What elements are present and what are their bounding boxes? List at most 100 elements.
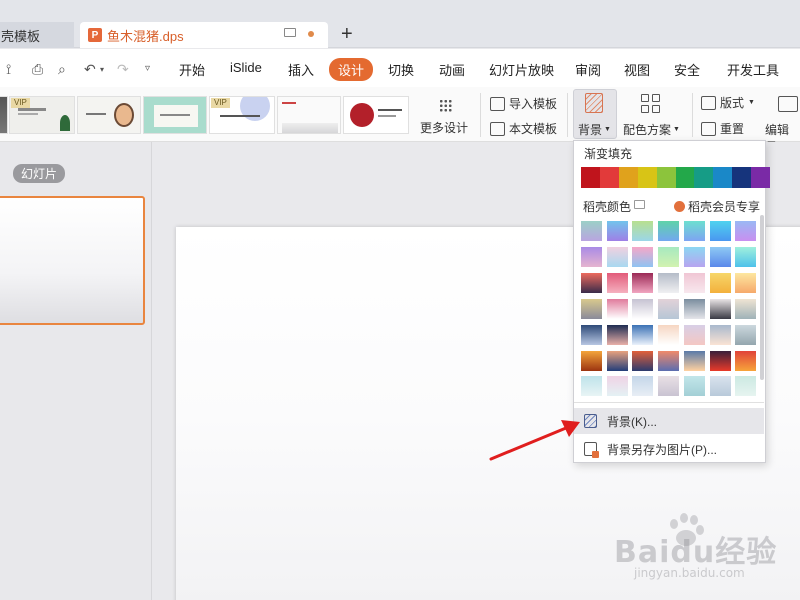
tab-current-file[interactable]: P 鱼木混猪.dps [80,22,328,48]
new-tab-button[interactable]: + [341,24,353,44]
gradient-swatch[interactable] [735,298,757,319]
gradient-swatch[interactable] [735,350,757,371]
slides-tab-label[interactable]: 幻灯片 [13,164,66,183]
save-background-as-image-item[interactable]: 背景另存为图片(P)... [574,436,764,462]
slide-thumbnail[interactable] [0,196,145,325]
solid-color-swatch[interactable] [713,167,733,188]
gradient-swatch[interactable] [581,298,602,319]
gradient-swatch[interactable] [606,350,628,371]
redo-icon[interactable]: ↷ [117,61,129,78]
gradient-swatch[interactable] [683,272,705,293]
gradient-swatch[interactable] [658,246,680,267]
gradient-swatch[interactable] [606,221,628,241]
menu-view[interactable]: 视图 [624,60,650,79]
gradient-swatch[interactable] [606,246,628,267]
undo-icon[interactable]: ↶ [84,61,96,78]
gradient-swatch[interactable] [658,298,680,319]
gradient-swatch[interactable] [581,350,602,371]
monitor-icon[interactable] [284,28,296,37]
gradient-swatch[interactable] [581,246,602,267]
gradient-swatch[interactable] [606,298,628,319]
print-icon[interactable]: ⎙ [32,61,43,78]
menu-review[interactable]: 审阅 [575,60,601,79]
gradient-swatch[interactable] [735,246,757,267]
gradient-swatch[interactable] [632,298,654,319]
template-thumbnail[interactable] [143,96,207,134]
gradient-swatch[interactable] [709,376,731,397]
menu-security[interactable]: 安全 [674,60,700,79]
gradient-swatch[interactable] [735,324,757,345]
gradient-swatch[interactable] [632,350,654,371]
gradient-swatch[interactable] [683,298,705,319]
gradient-swatch[interactable] [658,221,680,241]
solid-color-swatch[interactable] [732,167,752,188]
text-template-button[interactable]: 本文模板 [490,120,557,137]
gradient-swatch[interactable] [581,272,602,293]
menu-developer[interactable]: 开发工具 [727,60,779,79]
gradient-swatch[interactable] [709,221,731,241]
gradient-swatch[interactable] [735,221,757,241]
gradient-swatch[interactable] [709,350,731,371]
menu-design[interactable]: 设计 [329,58,374,81]
tab-docer-templates[interactable]: 稻壳模板 [0,22,74,48]
gradient-swatch[interactable] [632,221,654,241]
template-thumbnail[interactable] [0,96,8,134]
gradient-swatch[interactable] [709,324,731,345]
gradient-swatch[interactable] [581,324,602,345]
gradient-swatch[interactable] [581,376,602,397]
format-painter-icon[interactable]: ⟟ [6,61,11,78]
solid-color-swatch[interactable] [581,167,600,188]
gradient-swatch[interactable] [709,298,731,319]
dropdown-scrollbar[interactable] [760,215,764,380]
gradient-swatch[interactable] [658,272,680,293]
gradient-swatch[interactable] [683,376,705,397]
gradient-swatch[interactable] [632,272,654,293]
reset-button[interactable]: 重置 [701,120,744,137]
gradient-swatch[interactable] [658,324,680,345]
gradient-swatch[interactable] [735,376,757,397]
color-scheme-button[interactable]: 配色方案 ▼ [623,121,680,138]
gradient-swatch[interactable] [683,350,705,371]
gradient-swatch[interactable] [606,324,628,345]
template-thumbnail[interactable] [77,96,141,134]
undo-dropdown-icon[interactable]: ▾ [100,65,104,74]
gradient-swatch[interactable] [632,324,654,345]
template-thumbnail[interactable]: VIP [9,96,75,134]
gradient-swatch[interactable] [606,272,628,293]
solid-color-swatch[interactable] [675,167,695,188]
layout-button[interactable]: 版式 ▼ [701,94,755,111]
gradient-swatch[interactable] [632,246,654,267]
menu-animation[interactable]: 动画 [439,60,465,79]
gradient-swatch[interactable] [735,272,757,293]
menu-start[interactable]: 开始 [179,60,205,79]
menu-islide[interactable]: iSlide [230,60,262,75]
menu-slideshow[interactable]: 幻灯片放映 [489,60,554,79]
gradient-swatch[interactable] [581,221,602,241]
template-thumbnail[interactable]: VIP [209,96,275,134]
gradient-swatch[interactable] [683,221,705,241]
print-preview-icon[interactable]: ⌕ [58,61,66,78]
more-designs-button[interactable]: 更多设计 [420,119,468,136]
solid-color-swatch[interactable] [694,167,714,188]
solid-color-swatch[interactable] [618,167,638,188]
gradient-swatch[interactable] [683,246,705,267]
gradient-swatch[interactable] [658,350,680,371]
gradient-swatch[interactable] [709,272,731,293]
solid-color-swatch[interactable] [599,167,619,188]
customize-toolbar-icon[interactable]: ▿ [145,63,150,74]
solid-color-swatch[interactable] [656,167,676,188]
gradient-swatch[interactable] [606,376,628,397]
menu-transition[interactable]: 切换 [388,60,414,79]
gradient-swatch[interactable] [658,376,680,397]
solid-color-swatch[interactable] [751,167,771,188]
solid-color-swatch[interactable] [637,167,657,188]
gradient-swatch[interactable] [709,246,731,267]
more-designs-icon[interactable] [439,99,452,112]
import-template-button[interactable]: 导入模板 [490,95,557,112]
template-thumbnail[interactable] [343,96,409,134]
gradient-swatch[interactable] [683,324,705,345]
template-thumbnail[interactable] [277,96,341,134]
background-settings-item[interactable]: 背景(K)... [574,408,764,434]
gradient-swatch[interactable] [632,376,654,397]
menu-insert[interactable]: 插入 [288,60,314,79]
